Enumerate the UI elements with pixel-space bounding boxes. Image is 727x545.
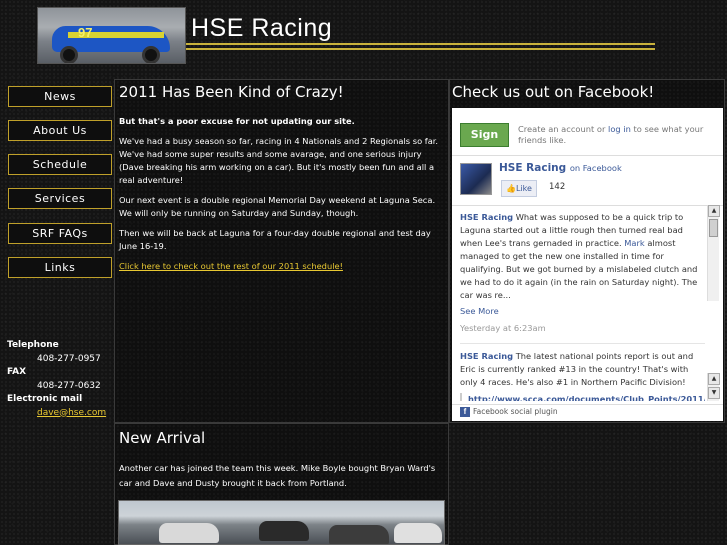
post-paragraph: Our next event is a double regional Memo… [119, 195, 436, 218]
fb-divider [452, 205, 723, 206]
thumbs-up-icon: 👍 [506, 184, 516, 193]
email-link[interactable]: dave@hse.com [37, 408, 106, 418]
fax-label: FAX [7, 367, 27, 377]
fb-footer: f Facebook social plugin [460, 407, 558, 417]
nav-schedule[interactable]: Schedule [8, 154, 112, 175]
post-paragraph: Another car has joined the team this wee… [119, 463, 436, 488]
fax-value: 408-277-0632 [37, 380, 101, 391]
nav-srf-faqs[interactable]: SRF FAQs [8, 223, 112, 244]
fb-like-label: Like [516, 184, 532, 193]
car-number: 97 [78, 25, 93, 40]
post-lead: But that's a poor excuse for not updatin… [119, 116, 355, 126]
fb-post-attachment-link[interactable]: http://www.scca.com/documents/Club_Point… [460, 393, 705, 401]
car-wheel-front [60, 46, 78, 63]
fb-post-mention[interactable]: Mark [624, 238, 644, 248]
scroll-down-arrow-icon[interactable]: ▼ [708, 387, 720, 399]
fb-post-author[interactable]: HSE Racing [460, 351, 513, 361]
car-wheel-rear [142, 46, 160, 63]
post-panel-crazy: 2011 Has Been Kind of Crazy! But that's … [114, 79, 449, 423]
fb-page-name-row: HSE Racing on Facebook [499, 162, 622, 174]
facebook-f-icon: f [460, 407, 470, 417]
title-rule [186, 43, 655, 50]
fb-create-account-text: Create an account or log in to see what … [518, 124, 708, 146]
scroll-up-arrow-icon[interactable]: ▲ [708, 373, 720, 385]
nav-services[interactable]: Services [8, 188, 112, 209]
fb-page-name[interactable]: HSE Racing [499, 162, 566, 174]
fb-on-facebook[interactable]: on Facebook [570, 163, 622, 173]
photo-car-dark [329, 525, 389, 544]
fb-create-text: Create an account or [518, 124, 606, 134]
photo-car-white [394, 523, 442, 543]
nav-links[interactable]: Links [8, 257, 112, 278]
fb-like-button[interactable]: 👍Like [501, 180, 537, 197]
nav-about-us[interactable]: About Us [8, 120, 112, 141]
fb-see-more-link[interactable]: See More [460, 305, 705, 318]
facebook-widget: Sign Up Create an account or log in to s… [452, 108, 723, 421]
scroll-thumb[interactable] [709, 219, 718, 237]
fb-signup-button[interactable]: Sign Up [460, 123, 509, 163]
photo-car-dark [259, 521, 309, 541]
schedule-link[interactable]: Click here to check out the rest of our … [119, 261, 343, 271]
post-title: New Arrival [119, 429, 206, 447]
photo-car-white [159, 523, 219, 543]
new-car-photo [118, 500, 445, 545]
fb-post-separator [460, 343, 705, 344]
fb-post-time[interactable]: Yesterday at 6:23am [460, 322, 705, 335]
fb-like-count: 142 [549, 182, 566, 192]
fb-post: HSE Racing The latest national points re… [460, 350, 705, 401]
scroll-up-arrow-icon[interactable]: ▲ [708, 205, 720, 217]
fb-post: HSE Racing What was supposed to be a qui… [460, 211, 705, 335]
site-title: HSE Racing [191, 14, 333, 42]
fb-scrollbar-upper[interactable]: ▲ [707, 205, 720, 301]
fb-post-author[interactable]: HSE Racing [460, 212, 513, 222]
fb-feed[interactable]: HSE Racing What was supposed to be a qui… [460, 211, 705, 401]
post-body: But that's a poor excuse for not updatin… [119, 115, 445, 273]
post-paragraph: Then we will be back at Laguna for a fou… [119, 228, 431, 251]
telephone-value: 408-277-0957 [37, 353, 101, 364]
fb-login-link[interactable]: log in [608, 124, 631, 134]
fb-scrollbar-lower[interactable]: ▲ ▼ [707, 373, 720, 401]
fb-divider [452, 155, 723, 156]
post-title: 2011 Has Been Kind of Crazy! [119, 83, 344, 101]
fb-divider [452, 404, 723, 405]
email-label: Electronic mail [7, 394, 83, 404]
telephone-label: Telephone [7, 340, 59, 350]
logo-car-image: 97 [37, 7, 186, 64]
fb-page-avatar[interactable] [460, 163, 492, 195]
fb-social-plugin-link[interactable]: Facebook social plugin [473, 407, 558, 416]
nav-news[interactable]: News [8, 86, 112, 107]
contact-info: Telephone 408-277-0957 FAX 408-277-0632 … [7, 339, 106, 420]
post-paragraph: We've had a busy season so far, racing i… [119, 136, 439, 185]
facebook-heading: Check us out on Facebook! [452, 83, 655, 101]
